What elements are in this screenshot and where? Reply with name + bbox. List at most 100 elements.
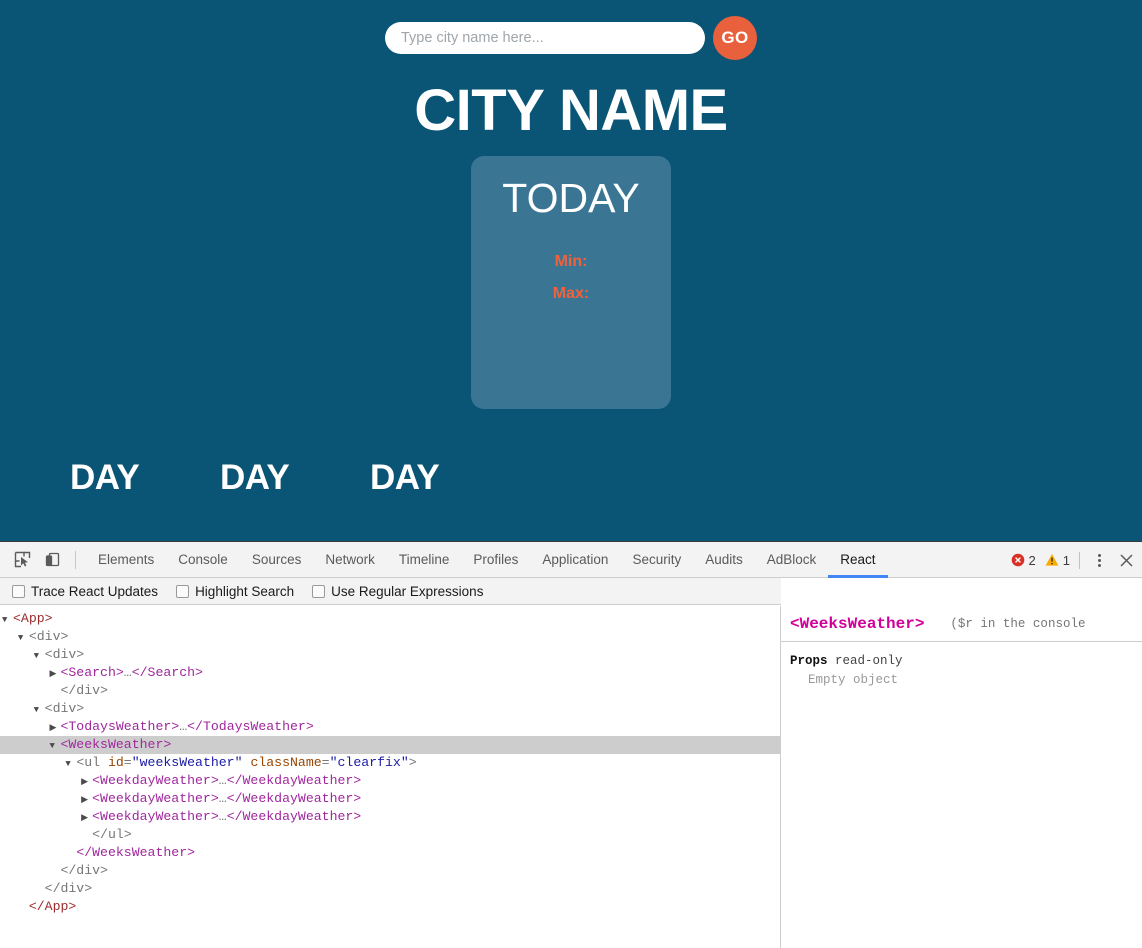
tree-row[interactable]: ▶ <TodaysWeather>…</TodaysWeather> (0, 718, 780, 736)
chevron-right-icon[interactable]: ▶ (81, 773, 92, 791)
tree-token: … (218, 773, 227, 788)
tree-row[interactable]: ▼ <div> (0, 646, 780, 664)
console-ref-hint: ($r in the console (950, 616, 1086, 631)
toolbar-right-divider (1079, 551, 1080, 569)
tree-row[interactable]: ▶ <WeekdayWeather>…</WeekdayWeather> (0, 808, 780, 826)
error-badge[interactable]: 2 (1011, 553, 1036, 568)
chevron-down-icon[interactable]: ▼ (65, 755, 76, 773)
chevron-down-icon[interactable]: ▼ (49, 737, 60, 755)
weekday-weather-item[interactable]: DAY (220, 455, 370, 500)
tree-token: > (408, 755, 417, 770)
option-highlight-search[interactable]: Highlight Search (176, 584, 294, 599)
react-props-pane: <WeeksWeather> ($r in the console Props … (781, 606, 1142, 948)
tab-audits[interactable]: Audits (693, 542, 755, 578)
tree-token: </WeekdayWeather> (226, 791, 362, 806)
chevron-down-icon[interactable]: ▼ (18, 629, 29, 647)
tree-token: </WeekdayWeather> (226, 773, 362, 788)
tab-security[interactable]: Security (620, 542, 693, 578)
tree-row[interactable]: </div> (0, 862, 780, 880)
checkbox-use-regular-expressions[interactable] (312, 584, 326, 598)
tree-row[interactable]: ▶ <WeekdayWeather>…</WeekdayWeather> (0, 772, 780, 790)
tree-token: … (218, 809, 227, 824)
chevron-right-icon[interactable]: ▶ (49, 665, 60, 683)
warning-icon (1045, 553, 1059, 567)
warning-badge[interactable]: 1 (1045, 553, 1070, 568)
checkbox-trace-react-updates[interactable] (12, 584, 25, 598)
tree-row[interactable]: </div> (0, 682, 780, 700)
tab-adblock[interactable]: AdBlock (755, 542, 829, 578)
tab-network[interactable]: Network (313, 542, 387, 578)
react-options-bar: Trace React Updates Highlight Search Use… (0, 578, 781, 605)
weekday-weather-item[interactable]: DAY (370, 455, 520, 500)
props-label: Props (790, 654, 828, 668)
tree-token: <Search> (60, 665, 124, 680)
tab-application[interactable]: Application (530, 542, 620, 578)
weekday-weather-item[interactable]: DAY (70, 455, 220, 500)
chevron-down-icon[interactable]: ▼ (34, 701, 45, 719)
tree-row[interactable]: ▼ <App> (0, 610, 780, 628)
tree-row[interactable]: ▶ <WeekdayWeather>…</WeekdayWeather> (0, 790, 780, 808)
tree-row[interactable]: </App> (0, 898, 780, 916)
checkbox-highlight-search[interactable] (176, 584, 190, 598)
tree-row[interactable]: ▼ <div> (0, 700, 780, 718)
today-temperatures: Min: Max: (471, 246, 671, 310)
chevron-down-icon[interactable]: ▼ (2, 611, 13, 629)
error-count: 2 (1028, 552, 1036, 568)
tree-row[interactable]: </ul> (0, 826, 780, 844)
tree-token: <WeekdayWeather> (92, 773, 219, 788)
tree-token: … (179, 719, 188, 734)
devtools-body: ▼ <App> ▼ <div> ▼ <div> ▶ <Search>…</Search>… (0, 606, 1142, 948)
devtools-panel: Elements Console Sources Network Timelin… (0, 541, 1142, 948)
today-min-label: Min: (554, 253, 588, 270)
react-component-tree[interactable]: ▼ <App> ▼ <div> ▼ <div> ▶ <Search>…</Search>… (0, 606, 781, 948)
tree-row[interactable]: ▼ <ul id="weeksWeather" className="clearf… (0, 754, 780, 772)
tree-token: </TodaysWeather> (187, 719, 314, 734)
option-use-regular-expressions[interactable]: Use Regular Expressions (312, 584, 483, 599)
today-title: TODAY (502, 175, 640, 221)
device-toolbar-icon[interactable] (39, 548, 65, 572)
props-header: <WeeksWeather> ($r in the console (781, 606, 1142, 642)
tree-token: </ul> (92, 827, 132, 842)
option-label: Trace React Updates (31, 583, 159, 599)
tab-sources[interactable]: Sources (240, 542, 314, 578)
chevron-down-icon[interactable]: ▼ (34, 647, 45, 665)
tree-row[interactable]: </div> (0, 880, 780, 898)
inspect-element-icon[interactable] (9, 548, 35, 572)
tab-profiles[interactable]: Profiles (461, 542, 530, 578)
tree-row[interactable]: </WeeksWeather> (0, 844, 780, 862)
close-icon[interactable] (1114, 549, 1138, 571)
tree-row[interactable]: ▶ <Search>…</Search> (0, 664, 780, 682)
tree-token: id (107, 755, 124, 770)
warning-count: 1 (1062, 552, 1070, 568)
tree-token: </App> (28, 899, 77, 914)
toolbar-divider (75, 550, 76, 569)
go-button[interactable]: GO (713, 16, 757, 60)
more-options-icon[interactable] (1088, 549, 1110, 571)
tree-token: <div> (44, 701, 85, 716)
tab-elements[interactable]: Elements (86, 542, 166, 578)
devtools-tool-icons (0, 548, 86, 572)
today-max-label: Max: (552, 285, 590, 302)
city-search-input[interactable] (385, 22, 705, 54)
console-status-badges[interactable]: 2 1 (1011, 553, 1079, 568)
tree-token: "weeksWeather" (131, 755, 243, 770)
tree-token: … (218, 791, 227, 806)
tab-react[interactable]: React (828, 542, 888, 578)
chevron-right-icon[interactable]: ▶ (81, 791, 92, 809)
tree-token: </WeeksWeather> (76, 845, 196, 860)
tree-row[interactable]: ▼ <div> (0, 628, 780, 646)
tree-token: "clearfix" (329, 755, 409, 770)
tab-timeline[interactable]: Timeline (387, 542, 462, 578)
devtools-tabs: Elements Console Sources Network Timelin… (86, 542, 888, 578)
chevron-right-icon[interactable]: ▶ (49, 719, 60, 737)
option-trace-react-updates[interactable]: Trace React Updates (12, 584, 158, 599)
tree-token: <ul (76, 755, 108, 770)
chevron-right-icon[interactable]: ▶ (81, 809, 92, 827)
tree-row[interactable]: ▼ <WeeksWeather> (0, 736, 780, 754)
tab-console[interactable]: Console (166, 542, 240, 578)
